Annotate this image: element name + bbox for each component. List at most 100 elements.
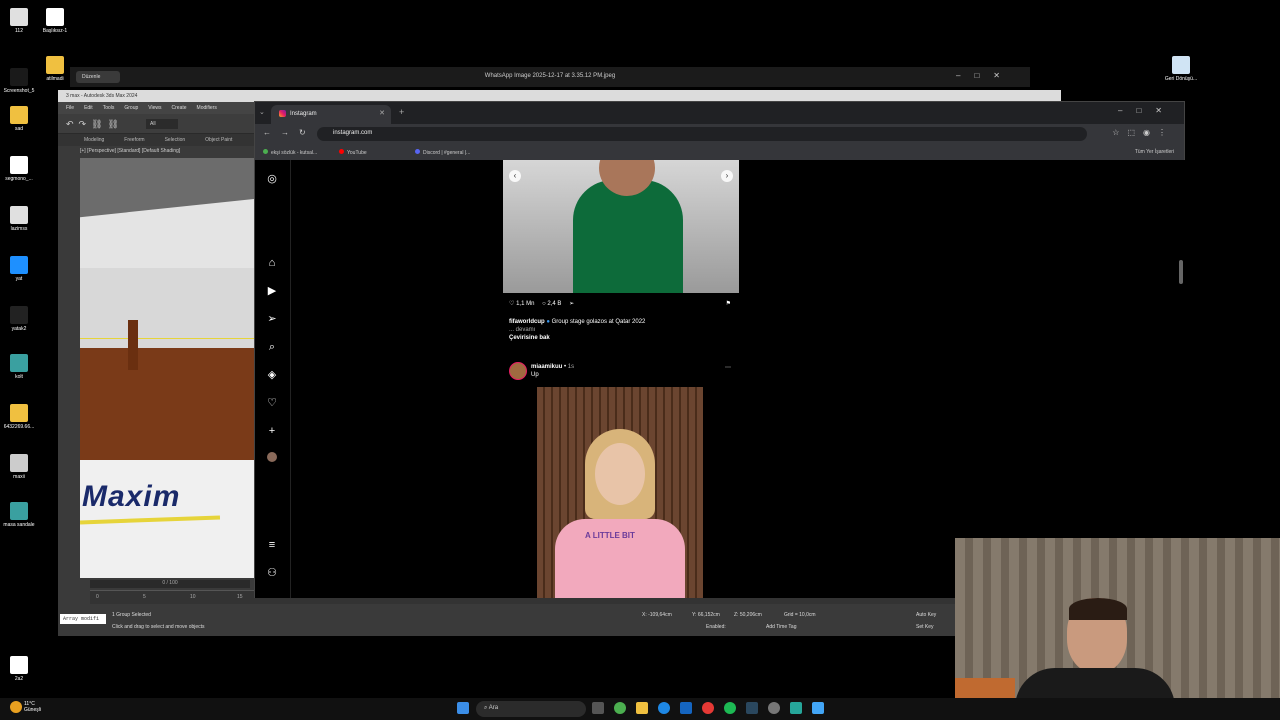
perspective-viewport[interactable]: Maxim [80, 158, 256, 578]
nav-buttons-icons[interactable]: ←→↻ [263, 128, 316, 137]
carousel-next-icon[interactable]: › [721, 170, 733, 182]
desktop-icon[interactable]: 2a2 [0, 656, 44, 682]
bookmark-favicon-icon [339, 149, 344, 154]
share-icon[interactable]: ➢ [569, 301, 574, 307]
tab-close-icon[interactable]: ✕ [379, 109, 385, 117]
explore-icon[interactable]: ◈ [265, 368, 279, 382]
weather-icon[interactable] [10, 701, 22, 713]
chrome-window-controls[interactable]: –□✕ [1118, 106, 1176, 115]
desktop-icon[interactable]: maxii [0, 454, 44, 480]
start-windows-icon[interactable] [457, 702, 469, 714]
photo-viewer-titlebar[interactable]: Düzenle WhatsApp Image 2025-12-17 at 3.3… [70, 67, 1030, 87]
post2-avatar[interactable] [509, 362, 527, 380]
chrome-window[interactable]: ⌄ Instagram ✕ + –□✕ ←→↻ instagram.com ☆⬚… [254, 101, 1185, 598]
desktop-icon[interactable]: lazimss [0, 206, 44, 232]
tab-instagram[interactable]: Instagram ✕ [271, 105, 391, 124]
coord-z[interactable]: Z: 50,206cm [734, 612, 762, 618]
reels-icon[interactable]: ▶ [265, 284, 279, 298]
max-menu-item[interactable]: Tools [103, 105, 115, 111]
mail-icon[interactable] [680, 702, 692, 714]
edge-icon[interactable] [658, 702, 670, 714]
direct-icon[interactable]: ➢ [265, 312, 279, 326]
max-menu-item[interactable]: File [66, 105, 74, 111]
undo-redo-icons[interactable]: ↶↷⛓⛓ [66, 119, 124, 130]
selection-filter-dropdown[interactable]: All [146, 119, 178, 129]
viewport-label: [+] [Perspective] [Standard] [Default Sh… [80, 148, 181, 154]
notifications-heart-icon[interactable]: ♡ [265, 396, 279, 410]
app-taskbar-icon[interactable] [812, 702, 824, 714]
more-menu-icon[interactable]: ≡ [265, 538, 279, 552]
all-bookmarks-link[interactable]: Tüm Yer İşaretleri [1135, 149, 1174, 155]
max-menu-item[interactable]: Modifiers [197, 105, 217, 111]
new-tab-icon[interactable]: + [399, 107, 404, 117]
desktop-icon[interactable]: yat [0, 256, 44, 282]
ribbon-tab[interactable]: Modeling [84, 137, 104, 143]
person-face [595, 443, 645, 505]
post-image-carousel[interactable]: ‹ › [503, 160, 739, 293]
bookmark-item[interactable]: YouTube [339, 149, 367, 156]
desktop-icon[interactable]: masa sandale [0, 502, 44, 528]
desktop-icon[interactable]: yatak2 [0, 306, 44, 332]
desktop-file-icon [10, 404, 28, 422]
ribbon-tab[interactable]: Object Paint [205, 137, 232, 143]
set-key-button[interactable]: Set Key [916, 624, 934, 630]
like-icon[interactable]: ♡ [509, 301, 514, 307]
weather-widget[interactable]: 11°C Güneşli [24, 701, 41, 713]
post2-video[interactable]: A LITTLE BIT [537, 387, 703, 598]
desktop-icon[interactable]: sad [0, 106, 44, 132]
opera-icon[interactable] [702, 702, 714, 714]
create-plus-icon[interactable]: + [265, 424, 279, 438]
brown-post [128, 320, 138, 370]
maxscript-listener[interactable]: Array modifi [60, 614, 106, 624]
carousel-prev-icon[interactable]: ‹ [509, 170, 521, 182]
auto-key-button[interactable]: Auto Key [916, 612, 936, 618]
spotify-icon[interactable] [724, 702, 736, 714]
home-icon[interactable]: ⌂ [265, 256, 279, 270]
toolbar-extension-icons[interactable]: ☆⬚◉⋮ [1112, 128, 1174, 137]
page-scrollbar[interactable] [1179, 260, 1183, 284]
instagram-logo-icon[interactable]: ◎ [265, 172, 279, 186]
bookmark-item[interactable]: Discord | #general |... [415, 149, 470, 156]
coord-x[interactable]: X: -109,64cm [642, 612, 672, 618]
max-menu-item[interactable]: Create [172, 105, 187, 111]
desktop-icon[interactable]: 6432269.66... [0, 404, 44, 430]
bookmark-item[interactable]: ekşi sözlük - kutsal... [263, 149, 317, 156]
coord-y[interactable]: Y: 66,152cm [692, 612, 720, 618]
taskbar-search-box[interactable]: ⌕ Ara [476, 701, 586, 717]
post1-username[interactable]: fifaworldcup [509, 319, 545, 325]
desktop-icon-label: maxii [13, 474, 25, 480]
post2-header: miaamikuu • 1s Up ⋯ [509, 362, 735, 382]
ribbon-tab[interactable]: Selection [165, 137, 186, 143]
desktop-icon[interactable]: Başlıksız-1 [30, 8, 80, 34]
status-selected: 1 Group Selected [112, 612, 151, 618]
add-time-tag[interactable]: Add Time Tag [766, 624, 796, 630]
max-menu-item[interactable]: Views [148, 105, 161, 111]
comment-icon[interactable]: ○ [542, 301, 546, 307]
desktop-icon[interactable]: kolt [0, 354, 44, 380]
desktop-icon[interactable]: segmono_... [0, 156, 44, 182]
ribbon-tab[interactable]: Freeform [124, 137, 144, 143]
max-menu-item[interactable]: Edit [84, 105, 93, 111]
steam-icon[interactable] [746, 702, 758, 714]
window-controls[interactable]: –□✕ [956, 71, 1014, 80]
post2-username[interactable]: miaamikuu [531, 364, 562, 370]
frame-counter[interactable]: 0 / 100 [90, 580, 250, 588]
grid-size: Grid = 10,0cm [784, 612, 816, 618]
url-bar[interactable]: instagram.com [317, 127, 1087, 141]
3dsmax-taskbar-icon[interactable] [790, 702, 802, 714]
save-bookmark-icon[interactable]: ⚑ [726, 300, 731, 307]
threads-icon[interactable]: ⚇ [265, 566, 279, 580]
settings-gear-icon[interactable] [768, 702, 780, 714]
post2-options-icon[interactable]: ⋯ [725, 364, 731, 371]
search-icon[interactable]: ⌕ [265, 340, 279, 354]
desktop-icon-recycle-bin[interactable]: Geri Dönüşü... [1156, 56, 1206, 82]
tab-search-icon[interactable]: ⌄ [259, 108, 265, 116]
profile-avatar[interactable] [267, 452, 277, 462]
task-view-icon[interactable] [592, 702, 604, 714]
max-menu-item[interactable]: Group [124, 105, 138, 111]
status-hint: Click and drag to select and move object… [112, 624, 205, 630]
more-link[interactable]: ... devamı [509, 327, 535, 333]
translate-link[interactable]: Çevirisine bak [509, 335, 550, 341]
file-explorer-icon[interactable] [636, 702, 648, 714]
chrome-taskbar-icon[interactable] [614, 702, 626, 714]
